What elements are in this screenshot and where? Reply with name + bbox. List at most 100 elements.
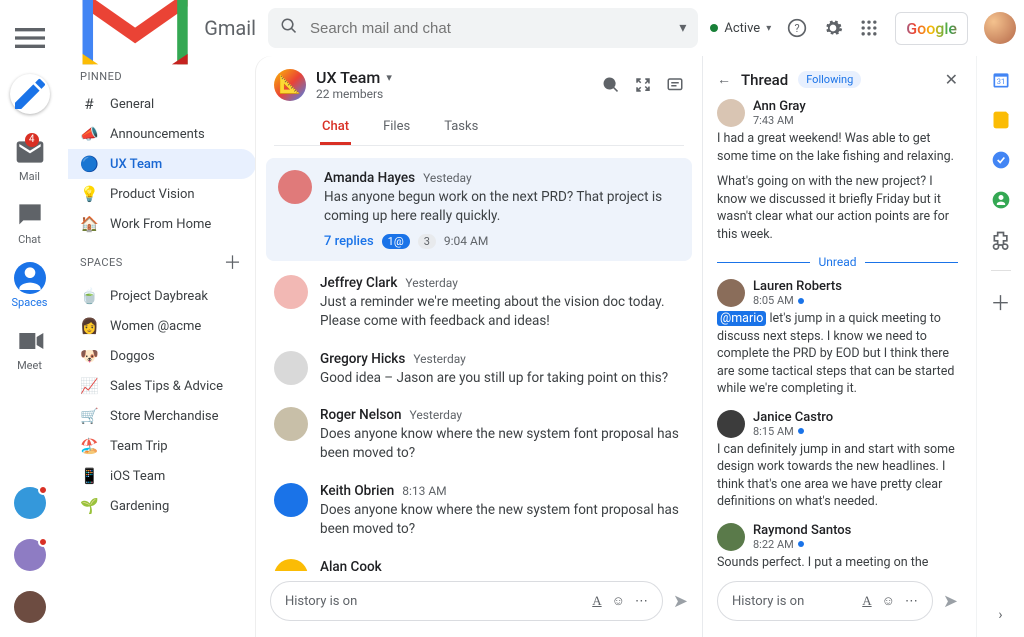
compose-button[interactable]: [10, 74, 50, 114]
avatar: [274, 559, 308, 571]
sidebar-item[interactable]: 🏖️ Team Trip: [68, 431, 256, 461]
sidebar-item[interactable]: 🏠Work From Home: [68, 209, 256, 239]
space-emoji-icon: 🏖️: [80, 437, 98, 455]
keep-icon[interactable]: [991, 110, 1011, 130]
collapse-icon[interactable]: [634, 74, 652, 96]
thread-message[interactable]: Raymond Santos 8:22 AM Sounds perfect. I…: [717, 523, 958, 572]
avatar: [274, 407, 308, 441]
sidebar-item-label: Store Merchandise: [110, 409, 219, 424]
replies-link[interactable]: 7 replies: [324, 234, 374, 249]
thread-composer[interactable]: History is on A ☺ ⋯: [717, 581, 933, 621]
topbar: Gmail ▾ Active ▾ ? Google: [60, 0, 1024, 56]
tab-bar: Chat Files Tasks: [274, 111, 684, 146]
rail-item-spaces[interactable]: Spaces: [12, 262, 48, 309]
main-menu-button[interactable]: [10, 18, 50, 58]
sidebar-item-label: Project Daybreak: [110, 289, 208, 304]
add-space-button[interactable]: ＋: [224, 249, 249, 275]
sidebar-item[interactable]: 🛒Store Merchandise: [68, 401, 256, 431]
sidebar-item[interactable]: 📱iOS Team: [68, 461, 256, 491]
sidebar-item[interactable]: 🍵Project Daybreak: [68, 281, 256, 311]
gear-icon[interactable]: [823, 18, 843, 38]
avatar: [274, 483, 308, 517]
following-pill[interactable]: Following: [798, 71, 861, 88]
chat-message[interactable]: Alan Cook: [256, 549, 702, 571]
status-chip[interactable]: Active ▾: [710, 21, 771, 36]
avatar: [717, 410, 745, 438]
chat-message[interactable]: Gregory Hicks Yesterday Good idea – Jaso…: [256, 341, 702, 398]
presence-avatar[interactable]: [14, 539, 46, 571]
tab-chat[interactable]: Chat: [320, 111, 351, 145]
thread-message[interactable]: Janice Castro 8:15 AM I can definitely j…: [717, 410, 958, 511]
addons-icon[interactable]: [991, 230, 1011, 250]
rail-item-meet[interactable]: Meet: [14, 325, 46, 372]
search-options-icon[interactable]: ▾: [679, 20, 686, 36]
space-emoji-icon: 📣: [80, 125, 98, 143]
chat-message[interactable]: Jeffrey Clark Yesterday Just a reminder …: [256, 265, 702, 341]
apps-icon[interactable]: [859, 18, 879, 38]
sidebar-item[interactable]: 📈Sales Tips & Advice: [68, 371, 256, 401]
more-icon[interactable]: ⋯: [635, 594, 648, 609]
thread-message-list: Ann Gray 7:43 AM I had a great weekend! …: [703, 99, 972, 571]
thread-message[interactable]: Ann Gray 7:43 AM I had a great weekend! …: [717, 99, 958, 243]
presence-avatar[interactable]: [14, 591, 46, 623]
send-icon[interactable]: ➤: [673, 591, 688, 612]
emoji-icon[interactable]: ☺: [612, 593, 625, 609]
search-input[interactable]: [310, 20, 667, 37]
timestamp: 8:05 AM: [753, 294, 842, 307]
contacts-icon[interactable]: [991, 190, 1011, 210]
search-in-space-icon[interactable]: [602, 74, 620, 96]
format-icon[interactable]: A: [592, 593, 601, 609]
format-icon[interactable]: A: [862, 593, 871, 609]
calendar-icon[interactable]: 31: [991, 70, 1011, 90]
presence-avatar[interactable]: [14, 487, 46, 519]
google-logo[interactable]: Google: [895, 12, 968, 45]
space-emoji-icon: #: [80, 95, 98, 113]
tab-files[interactable]: Files: [381, 111, 412, 145]
svg-text:31: 31: [996, 77, 1004, 86]
thread-message[interactable]: Lauren Roberts 8:05 AM @mario let's jump…: [717, 279, 958, 398]
sidebar-item[interactable]: 💡Product Vision: [68, 179, 256, 209]
close-icon[interactable]: ✕: [945, 70, 958, 89]
chat-message[interactable]: Amanda Hayes Yesteday Has anyone begun w…: [266, 158, 692, 261]
sidebar-item[interactable]: 🌱Gardening: [68, 491, 256, 521]
account-avatar[interactable]: [984, 12, 1016, 44]
timestamp: 7:43 AM: [753, 114, 806, 127]
sidebar-item[interactable]: 📣Announcements: [68, 119, 256, 149]
sidebar-item[interactable]: #General: [68, 89, 256, 119]
chat-message[interactable]: Keith Obrien 8:13 AM Does anyone know wh…: [256, 473, 702, 549]
mention-chip[interactable]: @mario: [717, 311, 766, 326]
space-title[interactable]: UX Team ▾: [316, 68, 392, 87]
unread-dot-icon: [798, 541, 804, 547]
tab-tasks[interactable]: Tasks: [442, 111, 480, 145]
sender-name: Lauren Roberts: [753, 279, 842, 294]
sidebar-item[interactable]: 👩Women @acme: [68, 311, 256, 341]
sender-name: Jeffrey Clark: [320, 275, 397, 291]
send-icon[interactable]: ➤: [943, 591, 958, 612]
avatar: [717, 523, 745, 551]
rail-item-chat[interactable]: Chat: [14, 199, 46, 246]
mention-pill: 1@: [382, 234, 410, 249]
message-text: I had a great weekend! Was able to get s…: [717, 130, 958, 165]
timestamp: Yesteday: [423, 171, 472, 185]
back-icon[interactable]: ←: [717, 71, 731, 88]
help-icon[interactable]: ?: [787, 18, 807, 38]
get-addons-icon[interactable]: ＋: [991, 291, 1011, 311]
message-text: Does anyone know where the new system fo…: [320, 425, 684, 463]
expand-panel-icon[interactable]: ›: [998, 607, 1002, 623]
avatar: [274, 351, 308, 385]
timestamp: Yesterday: [413, 352, 466, 366]
sidebar-item-label: Team Trip: [110, 439, 168, 454]
space-emoji-icon: 🌱: [80, 497, 98, 515]
tasks-icon[interactable]: [991, 150, 1011, 170]
chat-message[interactable]: Roger Nelson Yesterday Does anyone know …: [256, 397, 702, 473]
more-icon[interactable]: ⋯: [905, 594, 918, 609]
pinned-header: PINNED: [68, 60, 256, 89]
search-bar[interactable]: ▾: [268, 8, 698, 48]
sidebar-item[interactable]: 🔵UX Team: [68, 149, 256, 179]
timestamp: 8:13 AM: [402, 484, 446, 498]
sidebar-item[interactable]: 🐶Doggos: [68, 341, 256, 371]
rail-item-mail[interactable]: 4 Mail: [14, 136, 46, 183]
thread-list-icon[interactable]: [666, 74, 684, 96]
emoji-icon[interactable]: ☺: [882, 593, 895, 609]
composer[interactable]: History is on A ☺ ⋯: [270, 581, 663, 621]
